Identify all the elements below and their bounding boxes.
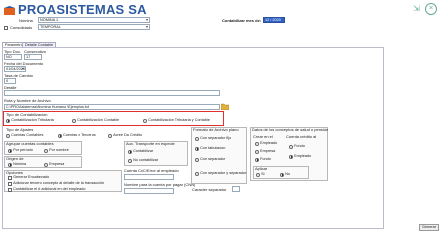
formato-title: Formato de Archivo plano xyxy=(193,127,239,132)
contabilizar-label: Contabilizar mes de: xyxy=(222,18,262,23)
consecutivo-field[interactable]: 17 xyxy=(24,54,42,60)
folder-icon[interactable] xyxy=(221,103,229,110)
radio-aplicar-si[interactable]: Si xyxy=(256,172,264,178)
transporte-title: Aux. Transporte en especie xyxy=(126,141,175,146)
radio-cuenta-fondo[interactable]: Fondo xyxy=(289,144,305,150)
app-title: PROASISTEMAS SA xyxy=(18,2,147,17)
ruta-label: Ruta y Nombre de Archivo xyxy=(4,98,51,103)
tasa-field[interactable]: 0 xyxy=(4,78,16,84)
ajustes-title: Tipo de Ajustes xyxy=(6,127,34,132)
consolidado-checkbox[interactable] xyxy=(4,25,8,30)
radio-cuentas-terceros[interactable]: Cuentas x Terceros xyxy=(58,133,96,139)
radio-separador[interactable]: Con separador xyxy=(195,157,225,163)
radio-aplicar-no[interactable]: No xyxy=(280,172,290,178)
expand-icon[interactable]: ⇲ xyxy=(411,3,422,14)
radio-crear-empresa[interactable]: Empresa xyxy=(255,149,275,155)
radio-cuenta-empleado[interactable]: Empleado xyxy=(289,154,311,160)
aplicar-title: Aplicar xyxy=(255,166,268,171)
separador-field[interactable] xyxy=(232,186,240,192)
agrupar-title: Agrupar cuentas contables xyxy=(6,141,54,146)
ruta-field[interactable]: C:\PROAsistemas\Nomina Humano \Ejemplos.… xyxy=(4,104,220,110)
radio-crear-fondo[interactable]: Fondo xyxy=(255,157,271,163)
contabilizar-mes-field[interactable]: 12 / 2020 xyxy=(263,17,285,23)
tipo-contabilizacion-title: Tipo de Contabilización xyxy=(6,112,48,117)
nomina-label: Nómina xyxy=(19,18,33,23)
consolidado-select[interactable]: TEMPORAL xyxy=(38,24,150,30)
crear-title: Crear en el xyxy=(253,134,273,139)
cuenta-credito-title: Cuenta crédito al xyxy=(286,134,317,139)
radio-por-periodo[interactable]: Por período xyxy=(8,148,33,154)
right-area xyxy=(384,47,436,229)
radio-separador-fijo[interactable]: Con separador fijo xyxy=(195,136,231,142)
tipo-doc-field[interactable]: NO xyxy=(4,54,22,60)
check-generar-encabezado[interactable]: Generar Encabezado xyxy=(8,175,49,181)
cuenta-cxc-field[interactable] xyxy=(124,174,174,180)
consolidado-label: Consolidado xyxy=(10,25,33,30)
radio-no-contabilizar[interactable]: No contabilizar xyxy=(128,158,158,164)
check-adicionar-tercero[interactable]: Adicionar tercero concepto al detalle de… xyxy=(8,181,104,187)
radio-empresa[interactable]: Empresa xyxy=(44,162,64,168)
cuenta-cxc-label: Cuenta CxC/Error al empleado xyxy=(124,168,179,173)
datos-conceptos-title: Datos de los conceptos de salud o pensió… xyxy=(252,127,329,132)
radio-contable[interactable]: Contabilización Contable xyxy=(72,118,119,124)
radio-tributaria[interactable]: Contabilización Tributaria xyxy=(6,118,54,124)
detalle-field[interactable] xyxy=(4,90,220,96)
nombre-cuenta-field[interactable] xyxy=(124,188,174,194)
nomina-select[interactable]: NOMINA 1 xyxy=(38,17,150,23)
origen-title: Origen de xyxy=(6,156,24,161)
radio-tributaria-contable[interactable]: Contabilización Tributaria y Contable xyxy=(143,118,210,124)
radio-cuentas-contables[interactable]: Cuentas Contables xyxy=(6,133,43,139)
separador-label: Caracter separador xyxy=(192,187,227,192)
radio-contabilizar[interactable]: Contabilizar xyxy=(128,149,153,155)
radio-por-nombre[interactable]: Por nombre xyxy=(44,148,69,154)
fecha-field[interactable]: 01/04/2020 xyxy=(4,66,26,72)
radio-nomina[interactable]: Nómina xyxy=(8,162,26,168)
radio-tabulacion[interactable]: Con tabulacion xyxy=(195,146,225,152)
generar-button[interactable]: Generar xyxy=(419,224,439,231)
check-contabilizar-adicional[interactable]: Contabilizar el # adicional en del emple… xyxy=(8,187,85,193)
nombre-cuenta-label: Nombre para la cuenta por pagar (CNN) xyxy=(124,182,196,187)
radio-crear-empleado[interactable]: Empleado xyxy=(255,141,277,147)
logo-icon xyxy=(4,6,15,15)
radio-acree[interactable]: Acree Da Crédito xyxy=(108,133,142,139)
radio-separador-y-separador[interactable]: Con separador y separador xyxy=(195,171,246,177)
close-icon[interactable]: × xyxy=(425,3,437,15)
